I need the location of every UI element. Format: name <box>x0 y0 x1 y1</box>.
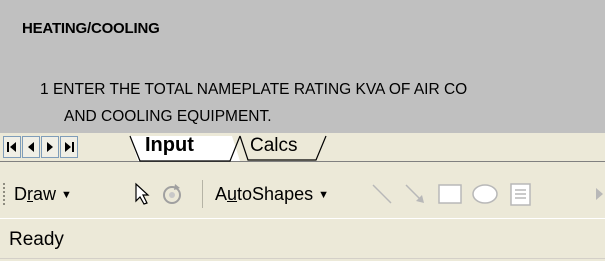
toolbar-grip[interactable] <box>3 183 7 205</box>
chevron-down-icon: ▼ <box>318 189 329 202</box>
sheet-tab-outlines <box>129 135 327 162</box>
tab-input[interactable]: Input <box>145 134 194 157</box>
autoshapes-menu-button[interactable]: AutoShapes ▼ <box>215 184 329 205</box>
select-objects-icon[interactable] <box>132 182 154 206</box>
draw-label-prefix: D <box>14 184 27 204</box>
autoshapes-label-accesskey: u <box>227 184 238 204</box>
instruction-line-1: 1 ENTER THE TOTAL NAMEPLATE RATING KVA O… <box>40 81 467 99</box>
tab-calcs[interactable]: Calcs <box>250 135 298 157</box>
autoshapes-label-suffix: toShapes <box>237 184 314 204</box>
toolbar-separator <box>202 180 203 208</box>
oval-icon[interactable] <box>470 182 500 206</box>
chevron-down-icon: ▼ <box>61 189 72 202</box>
instruction-text-1: ENTER THE TOTAL NAMEPLATE RATING KVA OF … <box>52 81 468 98</box>
instruction-line-2: AND COOLING EQUIPMENT. <box>64 108 272 125</box>
line-icon[interactable] <box>370 182 394 206</box>
worksheet-area[interactable]: HEATING/COOLING 1 ENTER THE TOTAL NAMEPL… <box>0 0 605 133</box>
drawing-toolbar: Draw ▼ AutoShapes ▼ <box>0 171 605 218</box>
status-bar: Ready <box>0 218 605 261</box>
arrow-icon[interactable] <box>403 182 427 206</box>
draw-menu-button[interactable]: Draw ▼ <box>14 184 72 205</box>
sheet-tab-bar: Input Calcs <box>0 133 605 171</box>
autoshapes-label-prefix: A <box>215 184 228 204</box>
text-box-icon[interactable] <box>508 182 534 208</box>
free-rotate-icon[interactable] <box>160 182 184 206</box>
rectangle-icon[interactable] <box>436 182 464 206</box>
item-number: 1 <box>40 81 49 98</box>
section-heading: HEATING/COOLING <box>22 20 160 37</box>
toolbar-overflow-icon[interactable] <box>590 182 605 206</box>
status-bar-rule <box>0 258 605 259</box>
status-text: Ready <box>9 229 64 250</box>
draw-label-suffix: aw <box>33 184 57 204</box>
